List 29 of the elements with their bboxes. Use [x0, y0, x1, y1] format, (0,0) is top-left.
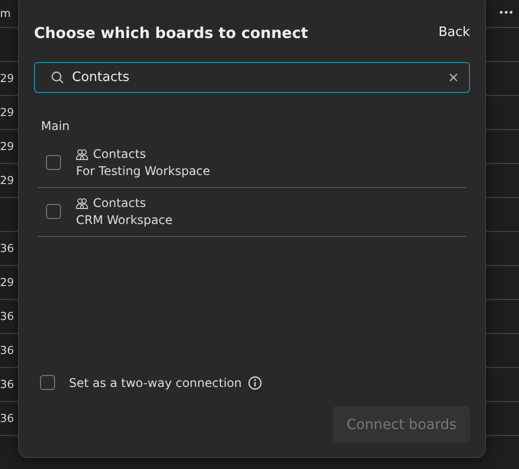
- workspace-name: CRM Workspace: [76, 213, 172, 227]
- table-cell: 36: [0, 310, 14, 323]
- clear-icon[interactable]: [449, 73, 458, 82]
- table-cell: 36: [0, 378, 14, 391]
- board-name: Contacts: [93, 147, 146, 161]
- table-header-cell: m: [0, 7, 11, 20]
- table-cell: 36: [0, 344, 14, 357]
- checkbox[interactable]: [46, 204, 61, 219]
- workspace-name: For Testing Workspace: [76, 164, 210, 178]
- search-field[interactable]: Contacts: [34, 62, 470, 93]
- back-button[interactable]: Back: [438, 23, 470, 42]
- people-icon: [76, 148, 88, 160]
- table-cell: 36: [0, 242, 14, 255]
- checkbox[interactable]: [46, 155, 61, 170]
- info-icon: [248, 376, 262, 390]
- table-cell: 29: [0, 276, 14, 289]
- dialog-title: Choose which boards to connect: [34, 24, 308, 42]
- section-label: Main: [40, 119, 71, 133]
- table-cell: 36: [0, 412, 14, 425]
- more-button[interactable]: •••: [498, 8, 513, 19]
- table-cell: 29: [0, 140, 14, 153]
- board-name: Contacts: [93, 196, 146, 210]
- search-icon: [51, 71, 64, 84]
- checkbox-label: Set as a two-way connection: [69, 376, 242, 390]
- table-cell: 29: [0, 106, 14, 119]
- table-cell: 29: [0, 72, 14, 85]
- people-icon: [76, 198, 88, 208]
- table-cell: 29: [0, 174, 14, 187]
- checkbox[interactable]: [40, 375, 55, 390]
